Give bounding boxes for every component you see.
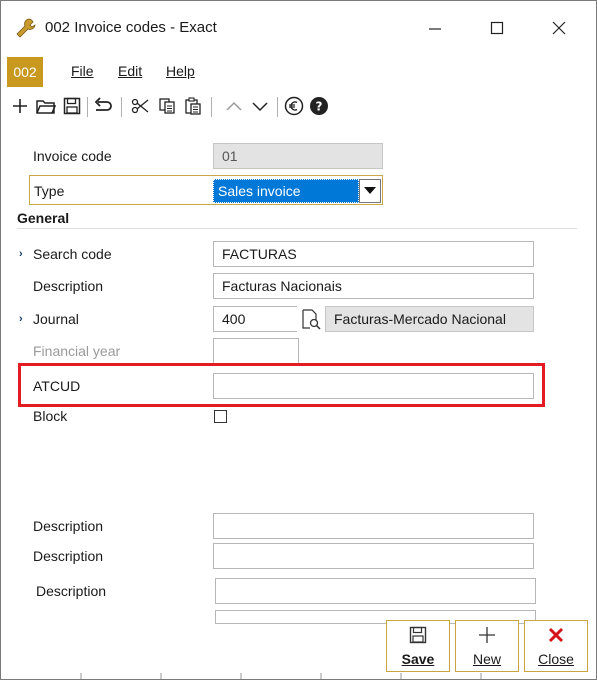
euro-icon — [284, 96, 304, 116]
down-icon — [252, 102, 268, 112]
journal-label: Journal — [33, 311, 79, 327]
help-button[interactable]: ? — [308, 95, 330, 117]
minimize-button[interactable] — [415, 13, 455, 43]
extra-description-field-2[interactable] — [213, 543, 534, 569]
search-code-field[interactable]: FACTURAS — [213, 241, 534, 267]
journal-expand-icon[interactable]: › — [19, 313, 23, 325]
invoice-code-label: Invoice code — [33, 148, 112, 164]
section-divider — [17, 228, 577, 229]
title-bar: 002 Invoice codes - Exact — [1, 1, 596, 53]
type-select-value[interactable]: Sales invoice — [213, 179, 359, 203]
close-red-icon — [548, 627, 564, 643]
plus-icon — [479, 627, 495, 643]
window-title: 002 Invoice codes - Exact — [45, 19, 217, 36]
maximize-icon — [490, 21, 504, 35]
close-icon — [552, 21, 566, 35]
copy-button[interactable] — [156, 95, 178, 117]
close-button[interactable]: Close — [524, 620, 588, 672]
close-button-label: Close — [538, 651, 574, 667]
extra-description-field-1[interactable] — [213, 513, 534, 539]
financial-year-label: Financial year — [33, 343, 121, 359]
save-button[interactable]: Save — [386, 620, 450, 672]
type-label: Type — [34, 183, 65, 199]
journal-lookup-button[interactable] — [297, 306, 325, 332]
close-window-button[interactable] — [539, 13, 579, 43]
menu-bar: 002 File Edit Help — [1, 53, 596, 87]
save-button-label: Save — [401, 651, 435, 667]
search-code-expand-icon[interactable]: › — [19, 248, 23, 260]
new-button-label: New — [472, 651, 501, 667]
document-search-icon — [302, 309, 321, 330]
help-icon: ? — [310, 97, 328, 115]
menu-help[interactable]: Help — [166, 63, 195, 79]
svg-text:?: ? — [316, 100, 323, 114]
save-toolbar-button[interactable] — [61, 95, 83, 117]
plus-icon — [13, 99, 27, 113]
block-checkbox[interactable] — [214, 410, 227, 423]
up-icon — [226, 101, 242, 111]
copy-icon — [159, 98, 175, 114]
type-dropdown-button[interactable] — [359, 179, 381, 203]
invoice-codes-window: 002 Invoice codes - Exact 002 File Edit … — [0, 0, 597, 680]
search-code-label: Search code — [33, 246, 112, 262]
minimize-icon — [429, 28, 441, 30]
chevron-down-icon — [364, 187, 376, 194]
extra-description-field-3[interactable] — [215, 578, 536, 604]
undo-icon — [94, 97, 112, 111]
description-label: Description — [33, 278, 104, 294]
section-general: General — [17, 210, 70, 226]
paste-icon — [185, 97, 201, 115]
save-icon — [409, 626, 427, 644]
menu-edit[interactable]: Edit — [118, 63, 142, 79]
cut-button[interactable] — [129, 95, 151, 117]
currency-button[interactable] — [283, 95, 305, 117]
new-button[interactable]: New — [455, 620, 519, 672]
description-field[interactable]: Facturas Nacionais — [213, 273, 534, 299]
journal-name-field: Facturas-Mercado Nacional — [325, 306, 534, 332]
app-badge: 002 — [7, 57, 43, 87]
open-button[interactable] — [35, 95, 57, 117]
toolbar: ? — [1, 91, 596, 123]
maximize-button[interactable] — [477, 13, 517, 43]
cut-icon — [131, 98, 149, 114]
block-label: Block — [33, 408, 68, 424]
extra-description-label-2: Description — [33, 548, 104, 564]
open-folder-icon — [36, 100, 56, 114]
status-bar — [80, 673, 482, 679]
save-icon — [63, 97, 81, 115]
extra-description-label-1: Description — [33, 518, 104, 534]
type-select[interactable]: Sales invoice — [213, 179, 383, 203]
next-button[interactable] — [249, 95, 271, 117]
extra-description-label-3: Description — [36, 583, 107, 599]
financial-year-field[interactable] — [213, 338, 299, 364]
undo-button[interactable] — [93, 95, 115, 117]
menu-file[interactable]: File — [71, 63, 94, 79]
paste-button[interactable] — [182, 95, 204, 117]
new-record-button[interactable] — [9, 95, 31, 117]
journal-code-field[interactable]: 400 — [213, 306, 299, 332]
wrench-icon — [15, 17, 37, 39]
previous-button[interactable] — [223, 95, 245, 117]
invoice-code-field: 01 — [213, 143, 383, 169]
highlight-box — [18, 363, 545, 407]
